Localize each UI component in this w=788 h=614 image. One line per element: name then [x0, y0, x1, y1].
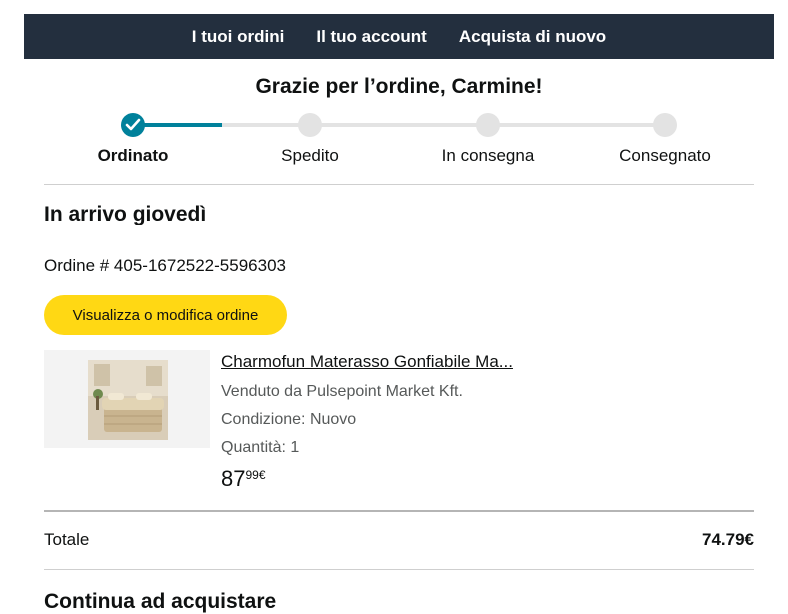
nav-buy-again-link[interactable]: Acquista di nuovo: [459, 27, 606, 47]
step-label-out-for-delivery: In consegna: [441, 146, 535, 165]
product-seller: Venduto da Pulsepoint Market Kft.: [221, 383, 463, 400]
top-navigation-bar: I tuoi ordini Il tuo account Acquista di…: [24, 14, 774, 59]
divider: [44, 569, 754, 570]
product-condition: Condizione: Nuovo: [221, 411, 357, 428]
product-price: 8799€: [221, 466, 266, 492]
step-out-for-delivery-dot: [476, 113, 500, 137]
progress-line-remaining: [222, 123, 665, 127]
progress-line-completed: [134, 123, 222, 127]
nav-your-account-link[interactable]: Il tuo account: [316, 27, 427, 47]
order-number: Ordine # 405-1672522-5596303: [44, 256, 286, 275]
step-label-shipped: Spedito: [281, 146, 339, 165]
step-delivered-dot: [653, 113, 677, 137]
product-title-link[interactable]: Charmofun Materasso Gonfiabile Ma...: [221, 352, 513, 372]
arrival-date-heading: In arrivo giovedì: [44, 203, 207, 225]
divider: [44, 510, 754, 512]
total-label: Totale: [44, 530, 90, 549]
order-progress-tracker: Ordinato Spedito In consegna Consegnato: [44, 110, 754, 170]
continue-shopping-heading: Continua ad acquistare: [44, 590, 277, 613]
product-thumbnail[interactable]: [44, 350, 210, 448]
air-mattress-product-image: [88, 360, 168, 440]
greeting-heading: Grazie per l’ordine, Carmine!: [255, 75, 543, 98]
nav-your-orders-link[interactable]: I tuoi ordini: [192, 27, 285, 47]
total-value: 74.79€: [702, 530, 754, 549]
step-shipped-dot: [298, 113, 322, 137]
divider: [44, 184, 754, 185]
step-label-delivered: Consegnato: [619, 146, 711, 165]
price-fraction: 99€: [245, 468, 266, 482]
step-label-ordered: Ordinato: [97, 146, 169, 165]
price-whole: 87: [221, 466, 246, 491]
step-ordered-check-icon: [121, 113, 145, 137]
view-or-edit-order-button[interactable]: Visualizza o modifica ordine: [44, 295, 287, 335]
product-quantity: Quantità: 1: [221, 439, 300, 456]
